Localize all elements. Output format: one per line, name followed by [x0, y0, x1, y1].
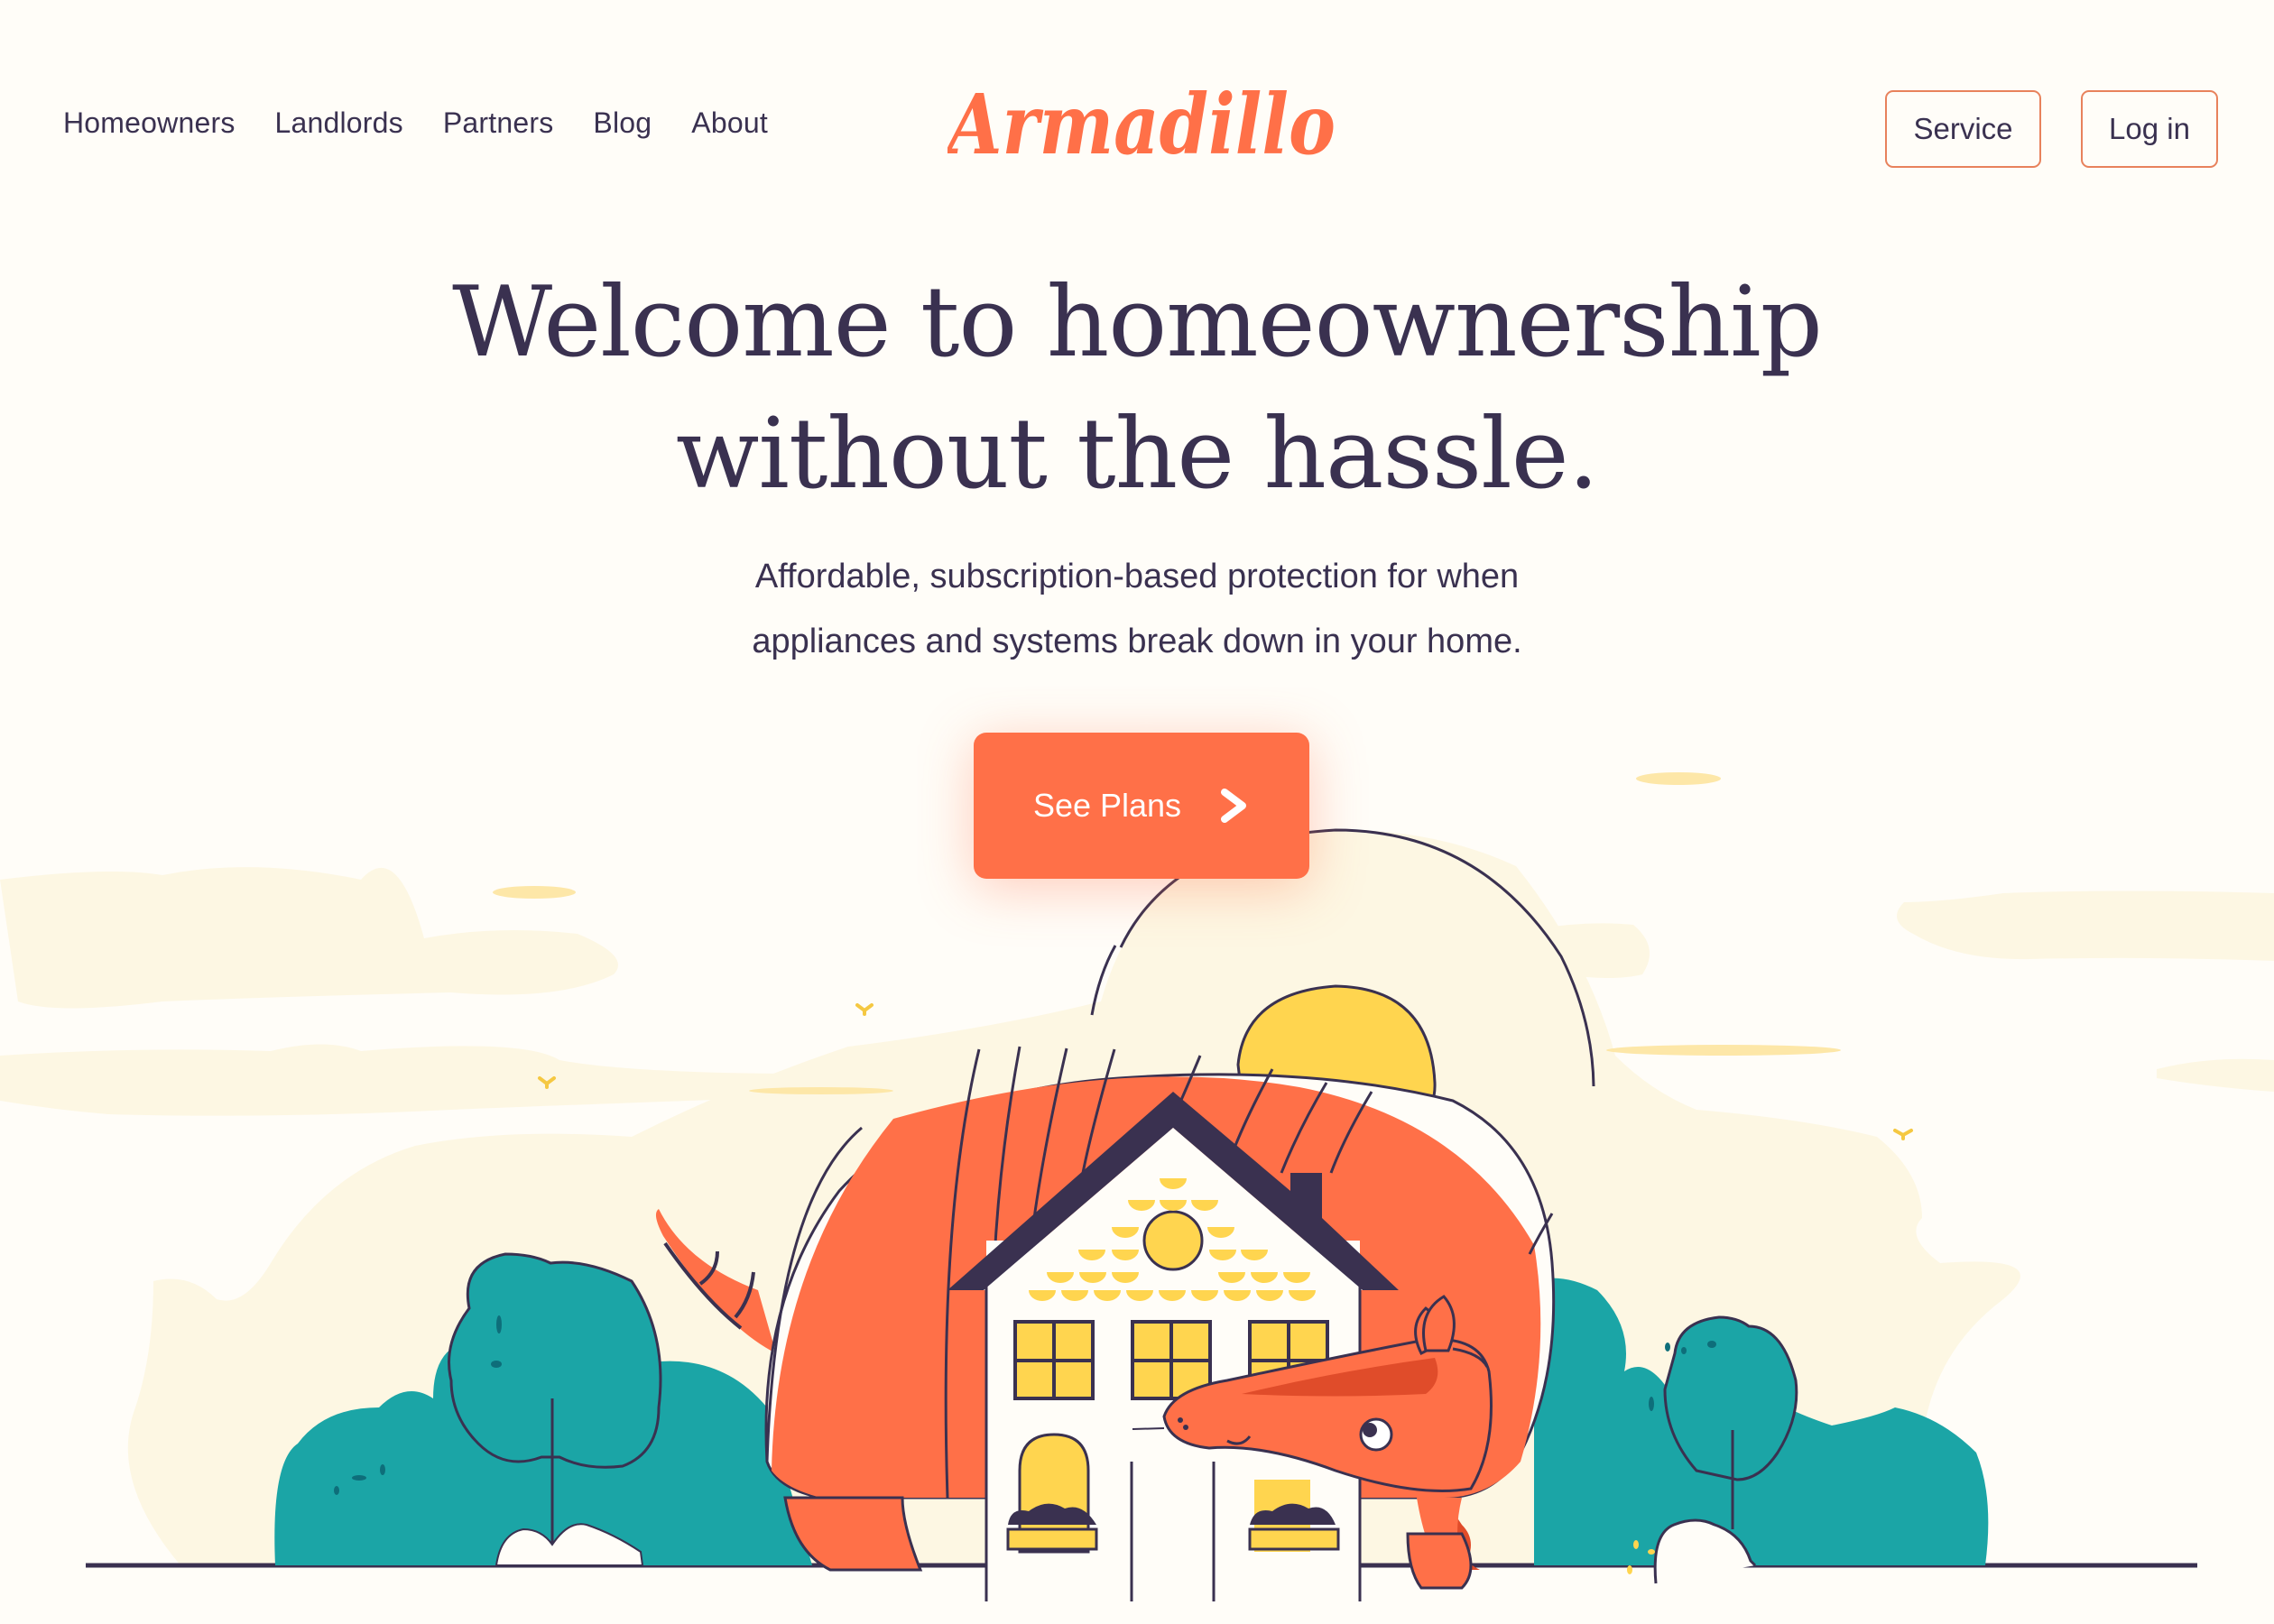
brand-logo-text: Armadillo	[948, 76, 1336, 173]
see-plans-label: See Plans	[1032, 787, 1182, 824]
headline-line-2: without the hassle.	[675, 398, 1599, 511]
hero-headline: Welcome to homeownership without the has…	[0, 257, 2274, 521]
nav-link-homeowners[interactable]: Homeowners	[63, 106, 236, 140]
hero-subheadline: Affordable, subscription-based protectio…	[0, 544, 2274, 674]
subhead-line-1: Affordable, subscription-based protectio…	[754, 558, 1520, 595]
nav-link-landlords[interactable]: Landlords	[275, 106, 403, 140]
see-plans-button[interactable]: See Plans	[974, 733, 1309, 879]
login-button[interactable]: Log in	[2081, 90, 2218, 168]
armadillo-tail	[655, 1209, 776, 1353]
service-button[interactable]: Service	[1885, 90, 2041, 168]
subhead-line-2: appliances and systems break down in you…	[752, 623, 1522, 660]
brand-logo[interactable]: Armadillo	[941, 70, 1345, 179]
nav-link-partners[interactable]: Partners	[443, 106, 554, 140]
nav-link-about[interactable]: About	[691, 106, 768, 140]
main-nav: Homeowners Landlords Partners Blog About	[63, 106, 768, 140]
nav-link-blog[interactable]: Blog	[593, 106, 652, 140]
chevron-right-icon	[1221, 789, 1247, 823]
headline-line-1: Welcome to homeownership	[452, 266, 1823, 379]
